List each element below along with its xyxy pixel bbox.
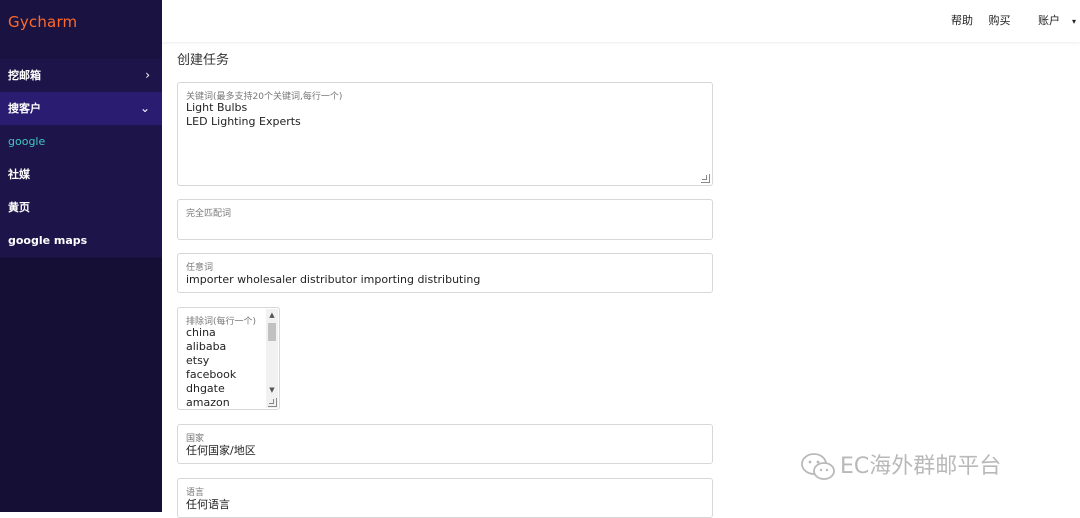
scrollbar[interactable]: ▲ ▼ (266, 309, 278, 408)
exclude-words-textarea[interactable]: 排除词(每行一个) china alibaba etsy facebook dh… (177, 307, 280, 410)
caret-down-icon: ▾ (1071, 17, 1076, 26)
exact-match-label: 完全匹配词 (186, 209, 232, 219)
sidebar: Gycharm 挖邮箱 › 搜客户 ⌄ google 社媒 黄页 google … (0, 0, 162, 512)
country-value: 任何国家/地区 (186, 444, 256, 457)
chevron-down-icon: ⌄ (139, 101, 150, 115)
language-label: 语言 (186, 488, 205, 498)
language-value: 任何语言 (186, 498, 230, 511)
country-select[interactable]: 国家 任何国家/地区 (177, 424, 713, 464)
sidebar-item-yellow-pages[interactable]: 黄页 (0, 191, 162, 224)
country-label: 国家 (186, 434, 205, 444)
account-menu[interactable]: 账户 ▾ (1026, 14, 1076, 27)
chevron-right-icon: › (145, 68, 150, 82)
language-select[interactable]: 语言 任何语言 (177, 478, 713, 518)
sidebar-item-label: google (8, 135, 46, 148)
wechat-icon (801, 453, 835, 480)
exact-match-input[interactable]: 完全匹配词 (177, 199, 713, 240)
sidebar-item-google-maps[interactable]: google maps (0, 224, 162, 257)
sidebar-item-label: 搜客户 (8, 102, 41, 115)
top-bar: 帮助 购买 账户 ▾ (162, 0, 1080, 42)
watermark: EC海外群邮平台 (800, 448, 1001, 482)
help-link[interactable]: 帮助 (951, 14, 973, 27)
any-words-input[interactable]: 任意词 importer wholesaler distributor impo… (177, 253, 713, 293)
sidebar-item-dig-email[interactable]: 挖邮箱 › (0, 59, 162, 92)
scrollbar-thumb[interactable] (268, 323, 276, 341)
brand-logo[interactable]: Gycharm (8, 13, 77, 31)
list-item: etsy (186, 354, 210, 367)
sidebar-item-label: google maps (8, 234, 88, 247)
top-nav: 帮助 购买 账户 ▾ (939, 12, 1076, 28)
sidebar-item-social[interactable]: 社媒 (0, 158, 162, 191)
list-item: china (186, 326, 216, 339)
list-item: facebook (186, 368, 237, 381)
scroll-down-icon[interactable]: ▼ (266, 384, 278, 396)
keywords-textarea[interactable]: 关键词(最多支持20个关键词,每行一个) Light Bulbs LED Lig… (177, 82, 713, 186)
scroll-up-icon[interactable]: ▲ (266, 309, 278, 321)
list-item: alibaba (186, 340, 227, 353)
account-label: 账户 (1037, 14, 1060, 27)
any-words-value: importer wholesaler distributor importin… (186, 273, 481, 286)
exclude-list: china alibaba etsy facebook dhgate amazo… (186, 326, 237, 409)
sidebar-item-label: 挖邮箱 (8, 69, 41, 82)
sidebar-background (0, 258, 162, 512)
any-words-label: 任意词 (186, 263, 214, 273)
sidebar-item-search-customers[interactable]: 搜客户 ⌄ (0, 92, 162, 125)
keywords-value: Light Bulbs LED Lighting Experts (186, 101, 301, 128)
page-title: 创建任务 (177, 53, 230, 68)
watermark-text: EC海外群邮平台 (840, 454, 1002, 479)
list-item: dhgate (186, 382, 225, 395)
sidebar-item-label: 黄页 (8, 201, 30, 214)
sidebar-item-google[interactable]: google (0, 125, 162, 158)
resize-handle-icon[interactable] (701, 174, 710, 183)
sidebar-item-label: 社媒 (8, 168, 30, 181)
resize-handle-icon[interactable] (268, 398, 277, 407)
sidebar-menu: 挖邮箱 › 搜客户 ⌄ google 社媒 黄页 google maps (0, 59, 162, 257)
buy-link[interactable]: 购买 (988, 14, 1010, 27)
list-item: amazon (186, 396, 230, 409)
